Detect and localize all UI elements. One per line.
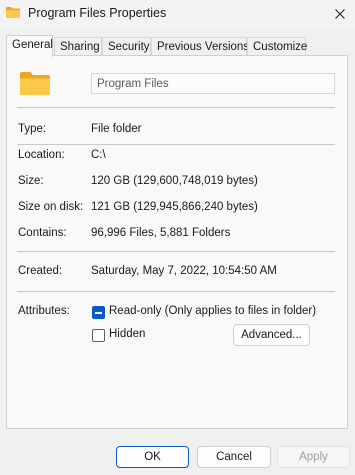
folder-name-input[interactable] bbox=[91, 73, 335, 94]
type-label: Type: bbox=[18, 123, 47, 135]
created-label: Created: bbox=[18, 265, 63, 277]
size-on-disk-label: Size on disk: bbox=[18, 201, 84, 213]
folder-icon bbox=[6, 7, 20, 18]
advanced-button[interactable]: Advanced... bbox=[233, 324, 310, 346]
apply-button[interactable]: Apply bbox=[277, 446, 350, 468]
tab-general[interactable]: General bbox=[6, 35, 53, 57]
tab-security[interactable]: Security bbox=[102, 37, 151, 56]
readonly-checkbox[interactable] bbox=[92, 306, 105, 319]
close-icon bbox=[335, 9, 345, 19]
readonly-label[interactable]: Read-only (Only applies to files in fold… bbox=[109, 305, 316, 317]
hidden-checkbox[interactable] bbox=[92, 329, 105, 342]
folder-icon bbox=[20, 72, 50, 95]
title-bar[interactable]: Program Files Properties bbox=[0, 0, 355, 28]
ok-button[interactable]: OK bbox=[116, 446, 189, 468]
separator bbox=[17, 291, 335, 292]
separator bbox=[17, 251, 335, 252]
contains-label: Contains: bbox=[18, 227, 67, 239]
location-label: Location: bbox=[18, 149, 65, 161]
location-value: C:\ bbox=[91, 149, 106, 161]
size-on-disk-value: 121 GB (129,945,866,240 bytes) bbox=[91, 201, 258, 213]
hidden-label[interactable]: Hidden bbox=[109, 328, 145, 340]
tab-sharing[interactable]: Sharing bbox=[54, 37, 102, 56]
contains-value: 96,996 Files, 5,881 Folders bbox=[91, 227, 231, 239]
type-value: File folder bbox=[91, 123, 142, 135]
separator bbox=[17, 144, 335, 145]
attributes-label: Attributes: bbox=[18, 305, 70, 317]
properties-window: Program Files Properties General Sharing… bbox=[0, 0, 355, 475]
window-title: Program Files Properties bbox=[28, 6, 167, 20]
size-value: 120 GB (129,600,748,019 bytes) bbox=[91, 175, 258, 187]
cancel-button[interactable]: Cancel bbox=[197, 446, 271, 468]
size-label: Size: bbox=[18, 175, 44, 187]
general-tab-panel: Type: File folder Location: C:\ Size: 12… bbox=[6, 55, 348, 429]
created-value: Saturday, May 7, 2022, 10:54:50 AM bbox=[91, 265, 277, 277]
separator bbox=[17, 107, 335, 108]
close-button[interactable] bbox=[329, 3, 351, 25]
tab-previous-versions[interactable]: Previous Versions bbox=[151, 37, 249, 56]
tab-customize[interactable]: Customize bbox=[247, 37, 307, 56]
